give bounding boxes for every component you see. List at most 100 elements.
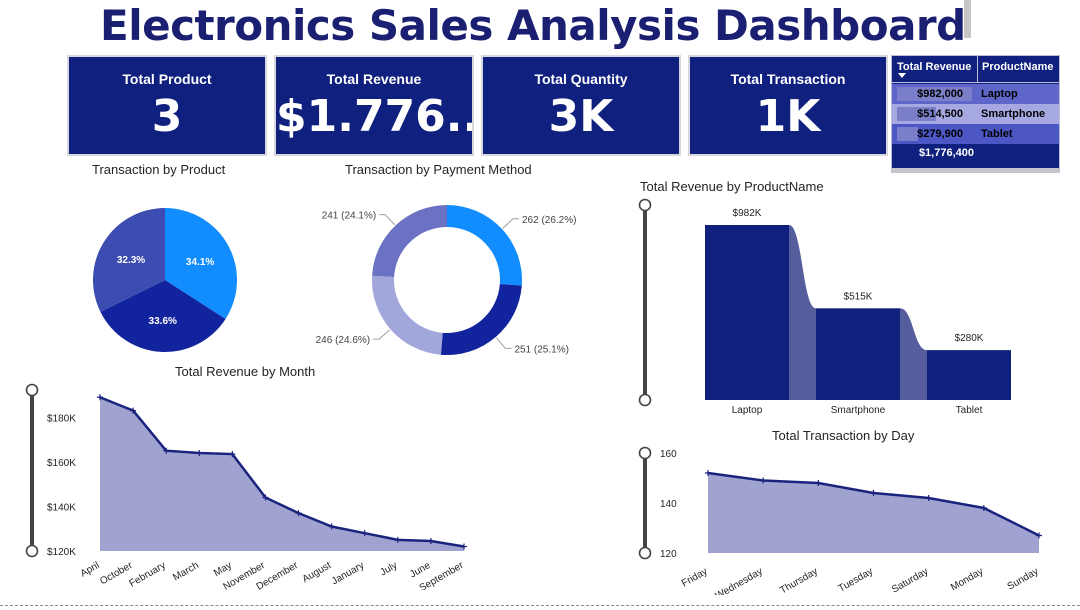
x-tick-label: May [212, 560, 234, 579]
y-tick-label: $160K [47, 458, 76, 469]
x-tick-label: Smartphone [831, 405, 886, 416]
product-revenue-table[interactable]: Total Revenue ProductName $982,000 Lapto… [891, 55, 1060, 173]
x-tick-label: Wednesday [714, 566, 765, 595]
leader-line [495, 337, 512, 349]
kpi-value: $1.776... [276, 91, 472, 142]
kpi-value: 3K [548, 91, 614, 142]
slider-handle-top[interactable] [638, 446, 652, 460]
range-slider[interactable] [25, 383, 39, 558]
slider-handle-bottom[interactable] [638, 546, 652, 560]
table-header: Total Revenue ProductName [892, 56, 1059, 83]
footer-divider [0, 605, 1080, 606]
corner-mark [964, 0, 971, 38]
donut-chart-transaction-by-payment[interactable]: 262 (26.2%) 251 (25.1%) 246 (24.6%) 241 (24… [300, 195, 600, 365]
range-slider[interactable] [638, 446, 652, 560]
slice-data-label: 251 (25.1%) [514, 344, 568, 355]
title-transaction-by-product: Transaction by Product [92, 162, 226, 177]
kpi-value: 1K [755, 91, 821, 142]
ribbon-connector [789, 225, 816, 400]
title-revenue-by-productname: Total Revenue by ProductName [640, 179, 824, 194]
x-tick-label: July [378, 560, 399, 578]
y-tick-label: 160 [660, 449, 677, 460]
leader-line [379, 214, 396, 226]
header-productname[interactable]: ProductName [982, 61, 1054, 73]
pie-slice[interactable] [372, 205, 447, 278]
bar[interactable] [927, 350, 1011, 400]
slice-data-label: 262 (26.2%) [522, 215, 576, 226]
kpi-label: Total Product [122, 71, 212, 87]
row-revenue: $982,000 [917, 88, 963, 100]
y-tick-label: 140 [660, 499, 677, 510]
x-tick-label: August [301, 560, 334, 585]
slice-data-label: 33.6% [149, 316, 177, 327]
dashboard-title: Electronics Sales Analysis Dashboard [100, 1, 966, 50]
x-tick-label: Tablet [956, 405, 983, 416]
slider-handle-top[interactable] [638, 198, 652, 212]
table-row[interactable]: $279,900 Tablet [892, 124, 1059, 144]
x-tick-label: April [79, 560, 102, 580]
x-tick-label: March [171, 560, 201, 583]
table-row[interactable]: $514,500 Smartphone [892, 104, 1059, 124]
y-tick-label: $120K [47, 547, 76, 558]
kpi-total-product[interactable]: Total Product 3 [67, 55, 267, 156]
row-productname: Smartphone [981, 108, 1046, 120]
x-tick-label: Saturday [890, 566, 930, 595]
x-tick-label: Tuesday [837, 566, 875, 595]
x-tick-label: January [330, 560, 366, 587]
range-slider[interactable] [638, 198, 652, 407]
ribbon-chart-revenue-by-productname[interactable]: $982K Laptop $515K Smartphone $280K Tablet [630, 195, 1030, 420]
bar[interactable] [816, 308, 900, 400]
area-fill [708, 473, 1039, 553]
revenue-databar [897, 127, 919, 141]
kpi-label: Total Quantity [534, 71, 628, 87]
bar-data-label: $280K [955, 333, 984, 344]
slider-handle-bottom[interactable] [638, 393, 652, 407]
slider-handle-bottom[interactable] [25, 544, 39, 558]
bar-data-label: $515K [844, 291, 873, 302]
row-revenue: $279,900 [917, 128, 963, 140]
slice-data-label: 246 (24.6%) [316, 335, 370, 346]
table-row[interactable]: $982,000 Laptop [892, 84, 1059, 104]
bar[interactable] [705, 225, 789, 400]
kpi-total-quantity[interactable]: Total Quantity 3K [481, 55, 681, 156]
table-total: $1,776,400 [918, 147, 974, 159]
pie-slice[interactable] [447, 205, 522, 286]
slider-handle-top[interactable] [25, 383, 39, 397]
row-revenue: $514,500 [917, 108, 963, 120]
kpi-value: 3 [151, 91, 183, 142]
leader-line [373, 329, 391, 340]
y-tick-label: $140K [47, 502, 76, 513]
x-tick-label: Friday [680, 566, 710, 589]
x-tick-label: Thursday [778, 566, 820, 595]
kpi-total-transaction[interactable]: Total Transaction 1K [688, 55, 888, 156]
sort-desc-icon[interactable] [898, 73, 906, 78]
column-divider [977, 56, 978, 83]
header-total-revenue[interactable]: Total Revenue [897, 61, 971, 73]
x-tick-label: Laptop [732, 405, 763, 416]
kpi-total-revenue[interactable]: Total Revenue $1.776... [274, 55, 474, 156]
area-chart-transaction-by-day[interactable]: 120 140 160 Friday Wednesday Thursday Tuesday… [625, 445, 1050, 595]
title-transaction-by-payment: Transaction by Payment Method [345, 162, 532, 177]
leader-line [502, 218, 519, 229]
area-fill [100, 397, 464, 551]
bar-data-label: $982K [733, 208, 762, 219]
pie-slice[interactable] [372, 275, 443, 355]
kpi-label: Total Transaction [730, 71, 846, 87]
ribbon-connector [900, 308, 927, 400]
y-tick-label: 120 [660, 549, 677, 560]
kpi-label: Total Revenue [326, 71, 422, 87]
slice-data-label: 32.3% [117, 255, 145, 266]
slice-data-label: 34.1% [186, 257, 214, 268]
row-productname: Tablet [981, 128, 1013, 140]
title-transaction-by-day: Total Transaction by Day [772, 428, 915, 443]
x-tick-label: February [128, 560, 168, 590]
x-tick-label: Sunday [1006, 566, 1041, 592]
row-productname: Laptop [981, 88, 1018, 100]
title-revenue-by-month: Total Revenue by Month [175, 364, 316, 379]
area-chart-revenue-by-month[interactable]: $120K$140K$160K$180K AprilOctoberFebruar… [20, 380, 490, 590]
pie-slice[interactable] [440, 283, 522, 355]
y-tick-label: $180K [47, 413, 76, 424]
slice-data-label: 241 (24.1%) [322, 211, 376, 222]
pie-chart-transaction-by-product[interactable]: 34.1% 33.6% 32.3% [80, 195, 250, 365]
x-tick-label: Monday [949, 566, 985, 593]
